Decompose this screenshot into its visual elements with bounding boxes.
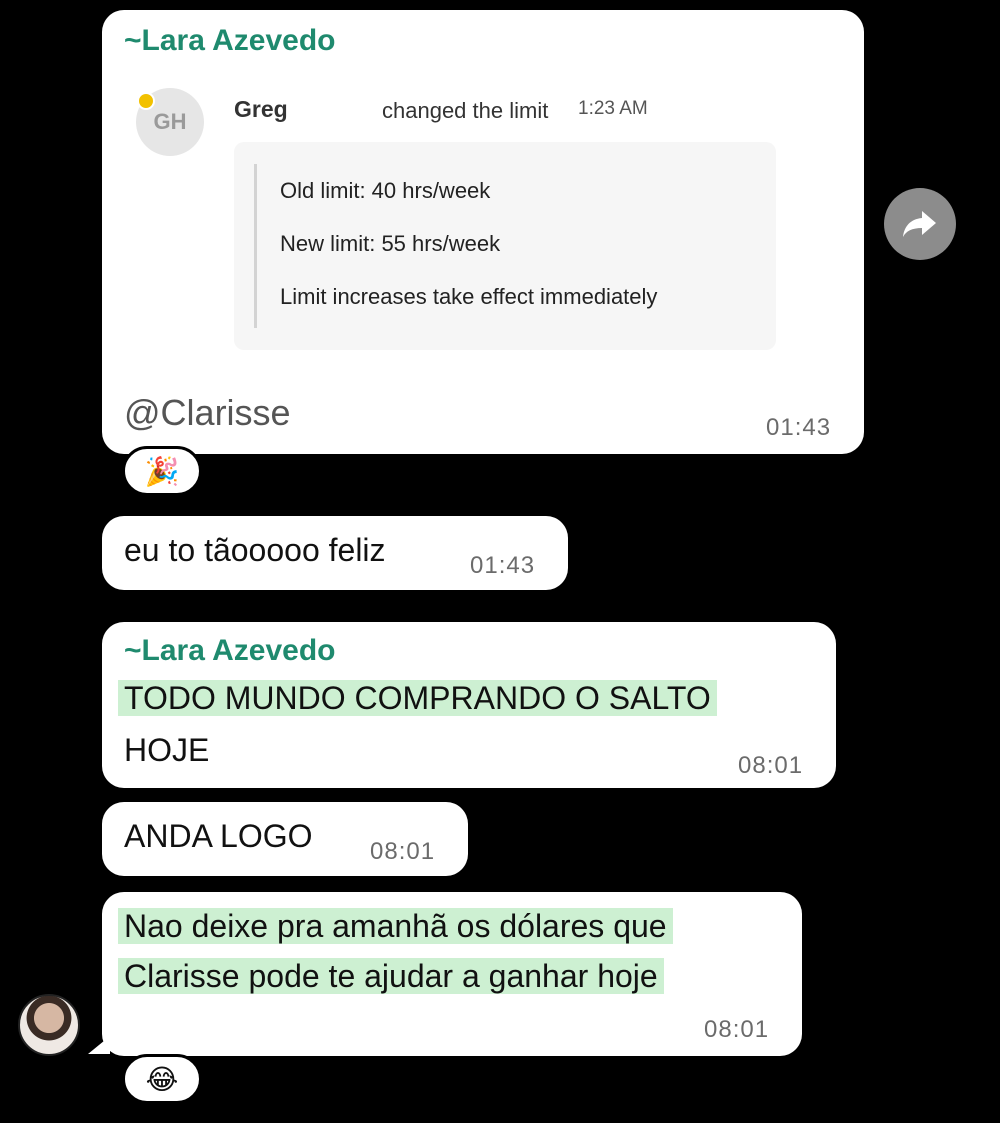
party-popper-icon: 🎉 xyxy=(144,455,180,487)
mention-link[interactable]: @Clarisse xyxy=(124,392,291,434)
message-text: ANDA LOGO xyxy=(124,818,313,854)
message-time: 01:43 xyxy=(470,552,536,579)
status-dot xyxy=(137,92,155,110)
embed-action: changed the limit xyxy=(382,98,549,123)
forward-arrow-icon xyxy=(903,211,936,237)
laughing-emoji-icon: 😂 xyxy=(145,1063,179,1095)
message-text: eu to tãooooo feliz xyxy=(124,532,386,568)
message-time: 01:43 xyxy=(766,414,832,441)
reaction-badge[interactable]: 😂 xyxy=(122,1054,202,1104)
sender-name[interactable]: ~Lara Azevedo xyxy=(124,634,335,668)
embed-name: Greg xyxy=(234,96,288,122)
reaction-badge[interactable]: 🎉 xyxy=(122,446,202,496)
message-time: 08:01 xyxy=(370,838,436,865)
message-text-line: Nao deixe pra amanhã os dólares que xyxy=(118,908,673,945)
embed-quote-bar xyxy=(254,164,257,328)
embed-line: New limit: 55 hrs/week xyxy=(280,231,501,256)
highlight: Clarisse pode te ajudar a ganhar hoje xyxy=(118,958,664,994)
embed-action-time: 1:23 AM xyxy=(578,98,648,119)
forward-button[interactable] xyxy=(884,188,956,260)
highlight: TODO MUNDO COMPRANDO O SALTO xyxy=(118,680,717,716)
embed-line: Old limit: 40 hrs/week xyxy=(280,178,491,203)
contact-avatar[interactable] xyxy=(18,994,80,1056)
embed-line: Limit increases take effect immediately xyxy=(280,284,658,309)
message-text-line: HOJE xyxy=(124,732,210,768)
message-text-line: Clarisse pode te ajudar a ganhar hoje xyxy=(118,958,664,995)
message-time: 08:01 xyxy=(704,1016,770,1043)
message-time: 08:01 xyxy=(738,752,804,779)
message-text-line: TODO MUNDO COMPRANDO O SALTO xyxy=(118,680,717,717)
highlight: Nao deixe pra amanhã os dólares que xyxy=(118,908,673,944)
sender-name[interactable]: ~Lara Azevedo xyxy=(124,24,335,58)
